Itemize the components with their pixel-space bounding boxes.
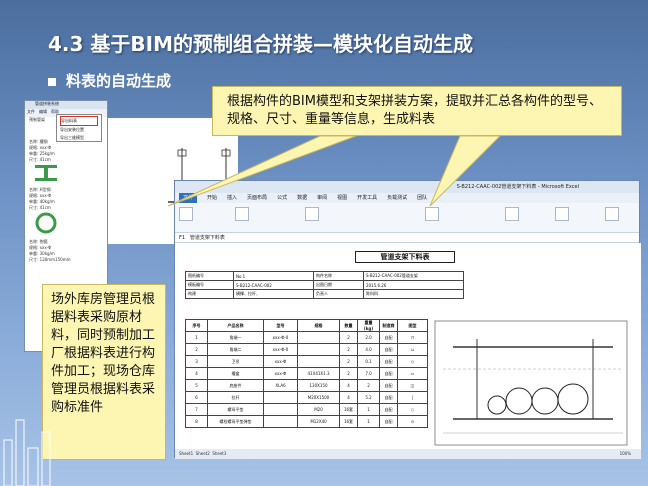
slide: 4.3 基于BIM的预制组合拼装—模块化自动生成 料表的自动生成 管道拼装系统 …: [0, 0, 648, 486]
city-skyline-icon: [3, 419, 51, 486]
callout-data-source: 根据构件的BIM模型和支架拼装方案，提取并汇总各构件的型号、规格、尺寸、重量等信…: [212, 86, 622, 136]
callout-usage: 场外库房管理员根据料表采购原材料，同时预制加工厂根据料表进行构件加工；现场仓库管…: [42, 284, 166, 460]
